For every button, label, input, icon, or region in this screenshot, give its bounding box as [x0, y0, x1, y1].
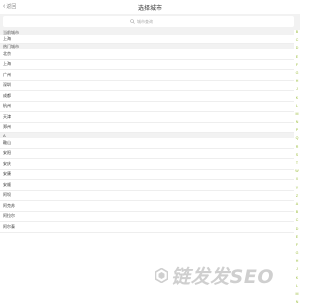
city-item[interactable]: 上海: [0, 60, 294, 70]
search-icon: [130, 19, 135, 24]
city-list: 当前城市 上海 热门城市 北京 上海 广州 深圳 成都 杭州 天津 郑州 A 鞍山 安阳 安庆 安康 安顺 阿坝阿…: [0, 30, 294, 233]
index-letter[interactable]: D: [294, 225, 300, 233]
index-letter[interactable]: S: [294, 151, 300, 159]
index-letter[interactable]: B: [294, 28, 300, 36]
index-letter[interactable]: D: [294, 44, 300, 52]
index-letter[interactable]: A: [294, 200, 300, 208]
top-bar: ‹ 返回 选择城市: [0, 0, 300, 14]
watermark: 链发发SEO: [155, 262, 274, 289]
index-letter[interactable]: M: [294, 290, 300, 298]
city-item[interactable]: 阿坝: [0, 191, 294, 201]
index-letter[interactable]: Y: [294, 184, 300, 192]
index-letter[interactable]: E: [294, 53, 300, 61]
city-item[interactable]: 鞍山: [0, 138, 294, 149]
index-letter[interactable]: C: [294, 216, 300, 224]
city-item[interactable]: 上海: [0, 35, 294, 44]
index-letter[interactable]: M: [294, 110, 300, 118]
index-letter[interactable]: E: [294, 233, 300, 241]
watermark-text: 链发发SEO: [171, 266, 274, 288]
city-item[interactable]: 天津: [0, 112, 294, 123]
index-letter[interactable]: L: [294, 102, 300, 110]
index-letter[interactable]: K: [294, 94, 300, 102]
page-title: 选择城市: [137, 6, 162, 12]
index-letter[interactable]: K: [294, 274, 300, 282]
index-letter[interactable]: N: [294, 298, 300, 306]
city-item[interactable]: 阿拉尔: [0, 212, 294, 222]
search-input[interactable]: [137, 18, 167, 25]
index-letter[interactable]: R: [294, 143, 300, 151]
index-letter[interactable]: G: [294, 249, 300, 257]
city-item[interactable]: 安庆: [0, 159, 294, 170]
city-item[interactable]: 安阳: [0, 149, 294, 159]
city-item[interactable]: 深圳: [0, 81, 294, 91]
index-letter[interactable]: H: [294, 77, 300, 85]
index-letter[interactable]: J: [294, 265, 300, 273]
city-item[interactable]: 杭州: [0, 102, 294, 112]
index-letter[interactable]: N: [294, 118, 300, 126]
index-letter[interactable]: J: [294, 85, 300, 93]
city-item[interactable]: 广州: [0, 70, 294, 81]
city-item[interactable]: 郑州: [0, 123, 294, 133]
city-item[interactable]: 阿克苏: [0, 201, 294, 212]
index-letter[interactable]: T: [294, 159, 300, 167]
watermark-logo-icon: [155, 268, 169, 283]
city-item[interactable]: 安顺: [0, 180, 294, 191]
index-letter[interactable]: C: [294, 36, 300, 44]
index-letter[interactable]: W: [294, 167, 300, 175]
alphabet-index[interactable]: BCDEFGHJKLMNPQRSTWXYZABCDEFGHJKLMN: [294, 28, 300, 306]
index-letter[interactable]: Z: [294, 192, 300, 200]
city-item[interactable]: 成都: [0, 91, 294, 102]
city-item[interactable]: 北京: [0, 49, 294, 60]
index-letter[interactable]: P: [294, 126, 300, 134]
index-letter[interactable]: G: [294, 69, 300, 77]
search-box[interactable]: [3, 16, 294, 27]
search-bar: [0, 14, 300, 30]
index-letter[interactable]: Q: [294, 134, 300, 142]
city-item[interactable]: 阿尔泰: [0, 222, 294, 233]
index-letter[interactable]: B: [294, 208, 300, 216]
city-item[interactable]: 安康: [0, 170, 294, 180]
index-letter[interactable]: F: [294, 61, 300, 69]
index-letter[interactable]: F: [294, 241, 300, 249]
index-letter[interactable]: L: [294, 282, 300, 290]
index-letter[interactable]: X: [294, 175, 300, 183]
index-letter[interactable]: H: [294, 257, 300, 265]
